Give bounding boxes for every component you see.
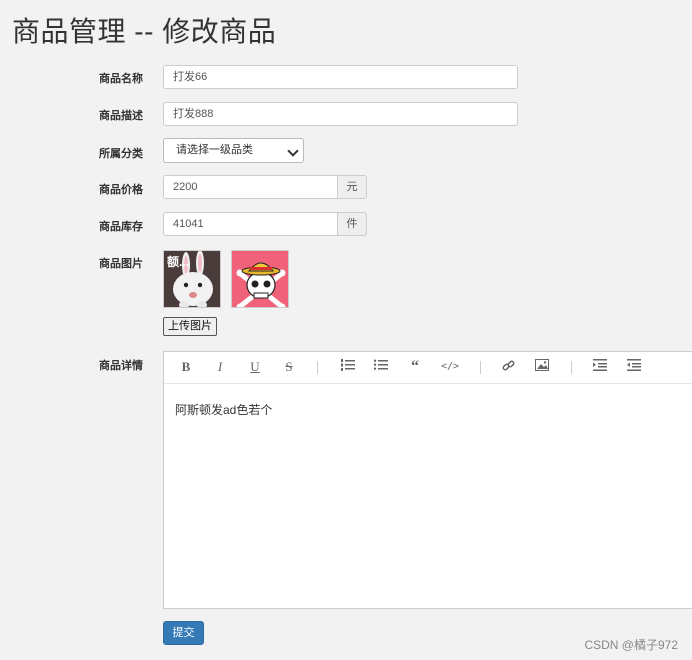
name-input[interactable]: 打发66 — [163, 65, 518, 89]
detail-label: 商品详情 — [99, 360, 143, 372]
underline-icon[interactable]: U — [246, 359, 264, 375]
editor-toolbar: B I U S “ </> — [164, 352, 692, 384]
bold-icon[interactable]: B — [177, 359, 195, 375]
quote-icon[interactable]: “ — [406, 359, 424, 375]
rich-text-editor[interactable]: B I U S “ </> 阿斯顿发ad色若个 — [163, 351, 692, 609]
unordered-list-icon[interactable] — [372, 359, 390, 375]
image-icon[interactable] — [533, 359, 551, 375]
editor-content[interactable]: 阿斯顿发ad色若个 — [175, 401, 272, 418]
price-label: 商品价格 — [99, 184, 143, 196]
desc-input[interactable]: 打发888 — [163, 102, 518, 126]
code-icon[interactable]: </> — [441, 359, 459, 375]
stock-unit: 件 — [338, 212, 367, 236]
rabbit-image[interactable]: 额... — [163, 250, 221, 308]
italic-icon[interactable]: I — [211, 359, 229, 375]
page-title: 商品管理 -- 修改商品 — [12, 16, 277, 47]
price-input[interactable]: 2200 — [163, 175, 338, 199]
watermark: CSDN @橘子972 — [584, 638, 678, 652]
category-label: 所属分类 — [99, 148, 143, 160]
skull-icon — [232, 251, 288, 307]
link-icon[interactable] — [499, 359, 517, 375]
strikethrough-icon[interactable]: S — [280, 359, 298, 375]
outdent-icon[interactable] — [625, 359, 643, 375]
upload-image-button[interactable]: 上传图片 — [163, 317, 217, 336]
images-label: 商品图片 — [99, 258, 143, 270]
category-select[interactable]: 请选择一级品类 — [163, 138, 304, 163]
price-unit: 元 — [338, 175, 367, 199]
desc-label: 商品描述 — [99, 110, 143, 122]
indent-icon[interactable] — [591, 359, 609, 375]
toolbar-divider — [480, 361, 481, 374]
stock-input[interactable]: 41041 — [163, 212, 338, 236]
toolbar-divider — [317, 361, 318, 374]
skull-pirate-image[interactable] — [231, 250, 289, 308]
rabbit-caption: 额... — [167, 255, 190, 269]
name-label: 商品名称 — [99, 73, 143, 85]
chevron-down-icon — [287, 145, 299, 157]
toolbar-divider — [571, 361, 572, 374]
ordered-list-icon[interactable] — [339, 359, 357, 375]
category-selected: 请选择一级品类 — [176, 144, 253, 156]
submit-button[interactable]: 提交 — [163, 621, 204, 645]
stock-label: 商品库存 — [99, 221, 143, 233]
